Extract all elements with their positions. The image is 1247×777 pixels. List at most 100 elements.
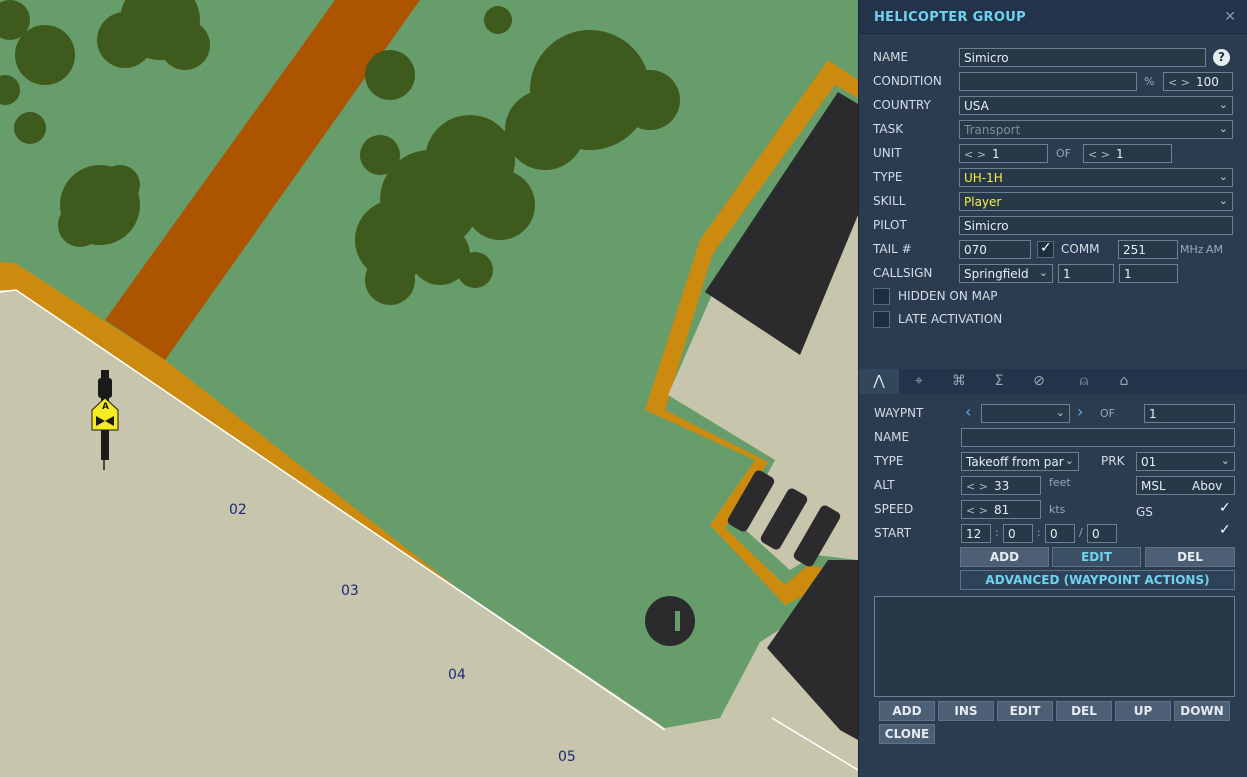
start-seconds-input[interactable]: 0 — [1045, 524, 1075, 543]
stepper-arrows-icon[interactable]: < > — [966, 504, 988, 517]
hidden-on-map-checkbox[interactable] — [873, 288, 890, 305]
start-minutes-input[interactable]: 0 — [1003, 524, 1033, 543]
condition-stepper[interactable]: < > 100 — [1163, 72, 1233, 91]
start-hours-input[interactable]: 12 — [961, 524, 991, 543]
country-value: USA — [964, 99, 989, 113]
callsign-number-2[interactable]: 1 — [1119, 264, 1178, 283]
task-value: Transport — [964, 123, 1021, 137]
map-canvas[interactable] — [0, 0, 858, 777]
action-del-button[interactable]: DEL — [1056, 701, 1112, 721]
callsign-number-1[interactable]: 1 — [1058, 264, 1114, 283]
waypoint-select[interactable]: ⌄ — [981, 404, 1070, 423]
tail-label: TAIL # — [873, 242, 912, 256]
gs-checkbox[interactable] — [1216, 500, 1233, 518]
start-checkbox[interactable] — [1216, 522, 1233, 540]
hidden-on-map-label: HIDDEN ON MAP — [898, 289, 998, 303]
tab-vehicle-icon[interactable]: ⌂ — [1104, 369, 1144, 394]
speed-unit: kts — [1049, 503, 1066, 516]
callsign-select[interactable]: Springfield ⌄ — [959, 264, 1053, 283]
chevron-down-icon: ⌄ — [1218, 98, 1228, 111]
waypoint-type-select[interactable]: Takeoff from par ⌄ — [961, 452, 1079, 471]
stepper-arrows-icon[interactable]: < > — [966, 480, 988, 493]
tab-failures-icon[interactable]: ⊘ — [1019, 369, 1059, 394]
gs-label: GS — [1136, 505, 1153, 519]
wp-edit-button[interactable]: EDIT — [1052, 547, 1141, 567]
helipad — [645, 596, 695, 646]
waypoint-of-label: OF — [1100, 407, 1115, 420]
altitude-stepper[interactable]: < > 33 — [961, 476, 1041, 495]
task-select[interactable]: Transport ⌄ — [959, 120, 1233, 139]
condition-percent: % — [1144, 75, 1155, 88]
actions-list[interactable] — [874, 596, 1235, 697]
action-ins-button[interactable]: INS — [938, 701, 994, 721]
waypoint-count-input[interactable]: 1 — [1144, 404, 1235, 423]
action-clone-button[interactable]: CLONE — [879, 724, 935, 744]
action-add-button[interactable]: ADD — [879, 701, 935, 721]
close-icon[interactable]: ✕ — [1224, 9, 1236, 25]
waypnt-label: WAYPNT — [874, 406, 924, 420]
day-separator: / — [1079, 526, 1083, 539]
spot-label-03: 03 — [341, 583, 359, 599]
late-activation-checkbox[interactable] — [873, 311, 890, 328]
skill-select[interactable]: Player ⌄ — [959, 192, 1233, 211]
pilot-input[interactable]: Simicro — [959, 216, 1233, 235]
prk-value: 01 — [1141, 455, 1157, 469]
tab-route-icon[interactable]: ⋀ — [859, 369, 899, 394]
tab-triggers-icon[interactable]: ⌖ — [899, 369, 939, 394]
tab-summary-icon[interactable]: Σ — [979, 369, 1019, 394]
aircraft-type-select[interactable]: UH-1H ⌄ — [959, 168, 1233, 187]
stepper-arrows-icon[interactable]: < > — [1168, 76, 1190, 89]
spot-label-05: 05 — [558, 749, 576, 765]
chevron-down-icon: ⌄ — [1038, 266, 1048, 279]
altitude-reference-select[interactable]: MSL Abov — [1136, 476, 1235, 495]
type-label: TYPE — [873, 170, 903, 184]
country-select[interactable]: USA ⌄ — [959, 96, 1233, 115]
tail-number-input[interactable]: 070 — [959, 240, 1031, 259]
prev-waypoint-icon[interactable]: ‹ — [965, 402, 971, 421]
time-separator: : — [1037, 526, 1041, 539]
wp-del-button[interactable]: DEL — [1145, 547, 1235, 567]
start-label: START — [874, 526, 912, 540]
am-label[interactable]: AM — [1206, 243, 1223, 256]
action-edit-button[interactable]: EDIT — [997, 701, 1053, 721]
alt-ref2: Abov — [1192, 479, 1223, 493]
unit-of-value: 1 — [1115, 147, 1124, 161]
panel-header: HELICOPTER GROUP ✕ — [859, 0, 1247, 34]
spot-label-04: 04 — [448, 667, 466, 683]
unit-stepper[interactable]: < > 1 — [959, 144, 1048, 163]
stepper-arrows-icon[interactable]: < > — [964, 148, 986, 161]
chevron-down-icon: ⌄ — [1218, 194, 1228, 207]
help-icon[interactable]: ? — [1213, 49, 1230, 66]
condition-label: CONDITION — [873, 74, 942, 88]
chevron-down-icon: ⌄ — [1064, 454, 1074, 467]
tab-radio-icon[interactable]: ⍝ — [1064, 369, 1104, 394]
spot-label-02: 02 — [229, 502, 247, 518]
comm-frequency-input[interactable]: 251 — [1118, 240, 1178, 259]
advanced-waypoint-actions-button[interactable]: ADVANCED (WAYPOINT ACTIONS) — [960, 570, 1235, 590]
marker-letter: A — [102, 402, 109, 412]
action-up-button[interactable]: UP — [1115, 701, 1171, 721]
group-name-input[interactable]: Simicro — [959, 48, 1206, 67]
unit-label: UNIT — [873, 146, 902, 160]
start-day-input[interactable]: 0 — [1087, 524, 1117, 543]
action-down-button[interactable]: DOWN — [1174, 701, 1230, 721]
speed-stepper[interactable]: < > 81 — [961, 500, 1041, 519]
wp-add-button[interactable]: ADD — [960, 547, 1049, 567]
alt-value: 33 — [993, 479, 1010, 493]
speed-label: SPEED — [874, 502, 914, 516]
comm-checkbox[interactable] — [1037, 240, 1054, 258]
parking-select[interactable]: 01 ⌄ — [1136, 452, 1235, 471]
waypoint-name-input[interactable] — [961, 428, 1235, 447]
skill-label: SKILL — [873, 194, 906, 208]
next-waypoint-icon[interactable]: › — [1077, 402, 1083, 421]
chevron-down-icon: ⌄ — [1218, 122, 1228, 135]
condition-input[interactable] — [959, 72, 1137, 91]
map-view[interactable]: A 02 03 04 05 — [0, 0, 858, 777]
country-label: COUNTRY — [873, 98, 931, 112]
alt-label: ALT — [874, 478, 895, 492]
condition-amount: 100 — [1195, 75, 1219, 89]
stepper-arrows-icon[interactable]: < > — [1088, 148, 1110, 161]
tab-payload-icon[interactable]: ⌘ — [939, 369, 979, 394]
chevron-down-icon: ⌄ — [1055, 406, 1065, 419]
unit-count-stepper[interactable]: < > 1 — [1083, 144, 1172, 163]
